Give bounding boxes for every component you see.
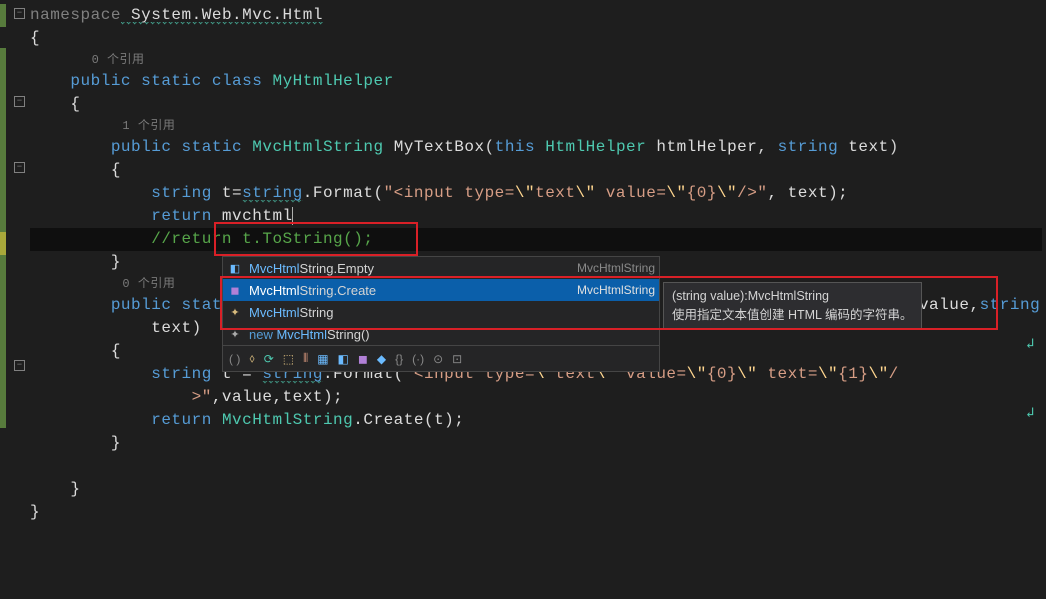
- brace: {: [30, 29, 40, 47]
- keyword-namespace: namespace: [30, 6, 121, 24]
- filter-icon[interactable]: ▦: [317, 352, 328, 366]
- codelens-references[interactable]: 1 个引用: [122, 119, 175, 133]
- wrap-indicator-icon: ↲: [1026, 336, 1034, 353]
- intellisense-item[interactable]: ✦ new MvcHtmlString(): [223, 323, 659, 345]
- filter-icon[interactable]: ⫴: [303, 351, 308, 366]
- codelens-references[interactable]: 0 个引用: [122, 277, 175, 291]
- intellisense-item[interactable]: ✦ MvcHtmlString: [223, 301, 659, 323]
- filter-icon[interactable]: ⬨: [249, 351, 254, 366]
- intellisense-item-selected[interactable]: ◼ MvcHtmlString.Create MvcHtmlString: [223, 279, 659, 301]
- signature-tooltip: (string value):MvcHtmlString 使用指定文本值创建 H…: [663, 282, 922, 330]
- filter-icon[interactable]: ( ): [229, 352, 240, 366]
- method-name: MyTextBox: [394, 138, 485, 156]
- text-cursor: [292, 207, 293, 225]
- namespace-name: System.Web.Mvc.Html: [121, 6, 323, 25]
- filter-icon[interactable]: ◧: [338, 352, 349, 366]
- string-literal: "<input type=\"text\" value=\"{0}\"/>": [384, 184, 768, 202]
- intellisense-filter-bar[interactable]: ( ) ⬨ ⟳ ⬚ ⫴ ▦ ◧ ◼ ◆ {} (·) ⊙ ⊡: [223, 345, 659, 371]
- filter-icon[interactable]: ⊙: [433, 352, 443, 366]
- method-icon: ◼: [227, 282, 243, 298]
- field-icon: ◧: [227, 260, 243, 276]
- class-name: MyHtmlHelper: [272, 72, 393, 90]
- intellisense-item[interactable]: ◧ MvcHtmlString.Empty MvcHtmlString: [223, 257, 659, 279]
- filter-icon[interactable]: ⟳: [264, 352, 274, 366]
- filter-icon[interactable]: ⊡: [452, 352, 462, 366]
- filter-icon[interactable]: ⬚: [283, 352, 294, 366]
- filter-icon[interactable]: ◼: [358, 352, 368, 366]
- filter-icon[interactable]: ◆: [377, 352, 386, 366]
- tooltip-description: 使用指定文本值创建 HTML 编码的字符串。: [672, 306, 913, 325]
- codelens-references[interactable]: 0 个引用: [92, 53, 145, 67]
- class-icon: ✦: [227, 304, 243, 320]
- comment: //return t.ToString();: [151, 230, 373, 248]
- snippet-icon: ✦: [227, 326, 243, 342]
- filter-icon[interactable]: {}: [395, 352, 403, 366]
- wrap-indicator-icon: ↲: [1026, 405, 1034, 422]
- intellisense-popup[interactable]: ◧ MvcHtmlString.Empty MvcHtmlString ◼ Mv…: [222, 256, 660, 372]
- filter-icon[interactable]: (·): [412, 352, 424, 366]
- typed-text: mvchtml: [212, 207, 293, 225]
- tooltip-signature: (string value):MvcHtmlString: [672, 287, 913, 306]
